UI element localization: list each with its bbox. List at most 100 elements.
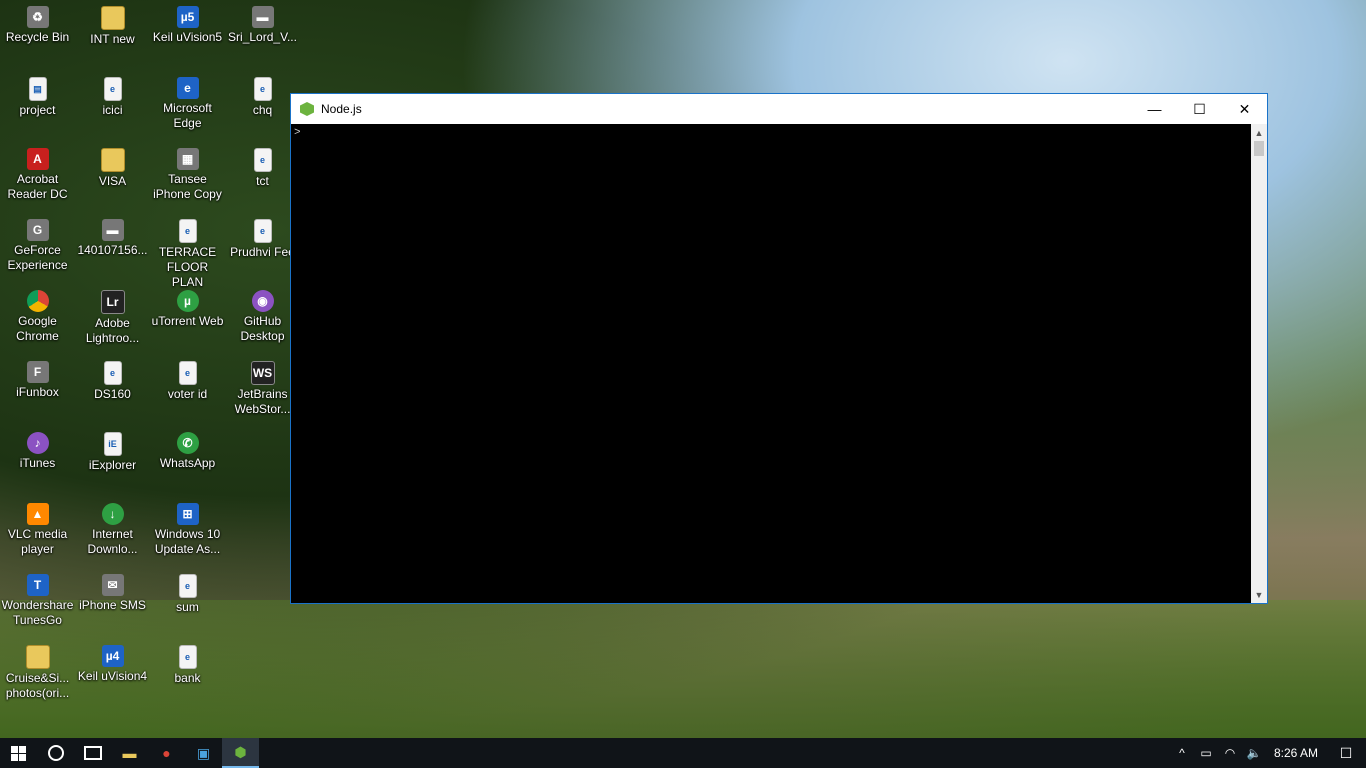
desktop-icon-label: chq — [252, 103, 273, 117]
desktop-icon[interactable]: ♪ iTunes — [0, 430, 75, 471]
desktop-icon-label: project — [19, 103, 56, 117]
window-titlebar[interactable]: Node.js — ☐ ✕ — [291, 94, 1267, 124]
desktop-icon[interactable]: Cruise&Si... photos(ori... — [0, 643, 75, 701]
desktop-icon[interactable]: e tct — [225, 146, 300, 189]
chrome-taskbar-icon: ● — [162, 745, 171, 761]
desktop-icon[interactable]: A Acrobat Reader DC — [0, 146, 75, 202]
desktop-icon[interactable]: e chq — [225, 75, 300, 118]
maximize-button[interactable]: ☐ — [1177, 94, 1222, 124]
console-area[interactable]: > — [291, 124, 1251, 603]
image-file-icon: ▬ — [101, 219, 124, 241]
desktop-icon[interactable]: Google Chrome — [0, 288, 75, 344]
task-view-button[interactable] — [74, 738, 111, 768]
vertical-scrollbar[interactable]: ▲ ▼ — [1251, 124, 1267, 603]
desktop-icon[interactable]: µ5 Keil uVision5 — [150, 4, 225, 45]
taskbar-app-button[interactable]: ▬ — [111, 738, 148, 768]
cortana-button[interactable] — [37, 738, 74, 768]
desktop-icon-label: iFunbox — [16, 385, 59, 399]
desktop-icon[interactable]: iE iExplorer — [75, 430, 150, 473]
desktop-icon-label: Microsoft Edge — [163, 101, 212, 130]
desktop-icon[interactable]: ♻ Recycle Bin — [0, 4, 75, 45]
show-hidden-icons-chevron-icon[interactable]: ^ — [1170, 746, 1194, 760]
scroll-up-arrow-icon[interactable]: ▲ — [1251, 124, 1267, 141]
desktop-icon[interactable]: ▲ VLC media player — [0, 501, 75, 557]
desktop-icon[interactable]: e bank — [150, 643, 225, 686]
volume-icon[interactable]: 🔈 — [1242, 746, 1266, 760]
desktop-icon-label: VLC media player — [7, 527, 68, 556]
taskbar-app-button[interactable]: ▣ — [185, 738, 222, 768]
desktop-icon[interactable]: FiFunbox — [0, 359, 75, 400]
desktop-icon[interactable]: WS JetBrains WebStor... — [225, 359, 300, 417]
desktop-icon-label: iExplorer — [88, 458, 137, 472]
task-view-icon — [83, 746, 102, 760]
lightroom-icon: Lr — [100, 290, 125, 314]
desktop-icon[interactable]: ↓ Internet Downlo... — [75, 501, 150, 557]
nodejs-icon — [300, 102, 314, 116]
wifi-icon[interactable]: ◠ — [1218, 746, 1242, 760]
tunesgo-icon: T — [26, 574, 49, 596]
desktop-icon[interactable]: ⊞ Windows 10 Update As... — [150, 501, 225, 557]
desktop-icon-label: Keil uVision4 — [77, 669, 148, 683]
start-button[interactable] — [0, 738, 37, 768]
whatsapp-icon: ✆ — [176, 432, 199, 454]
desktop-icon-label: sum — [176, 600, 199, 614]
desktop-icon[interactable]: INT new — [75, 4, 150, 47]
desktop-icon[interactable]: ▦ Tansee iPhone Copy — [150, 146, 225, 202]
desktop-icon-label: 140107156... — [77, 243, 148, 257]
desktop-icon-label: Adobe Lightroo... — [85, 316, 140, 345]
pdf-document-icon: e — [103, 77, 122, 101]
desktop-icon-label: Prudhvi Fee — [230, 245, 295, 259]
desktop-icon-label: GeForce Experience — [7, 243, 68, 272]
desktop-icon[interactable]: e sum — [150, 572, 225, 615]
desktop-icon[interactable]: ▬ 140107156... — [75, 217, 150, 258]
desktop-icon[interactable]: ✆ WhatsApp — [150, 430, 225, 471]
desktop-icon[interactable]: µ4 Keil uVision4 — [75, 643, 150, 684]
desktop-icon[interactable]: µ uTorrent Web — [150, 288, 225, 329]
tansee-icon: ▦ — [176, 148, 199, 170]
desktop-icon[interactable]: ◉ GitHub Desktop — [225, 288, 300, 344]
close-button[interactable]: ✕ — [1222, 94, 1267, 124]
desktop-icon[interactable]: e icici — [75, 75, 150, 118]
desktop-icon-label: uTorrent Web — [151, 314, 224, 328]
pdf-document-icon: e — [178, 574, 197, 598]
pdf-document-icon: e — [253, 148, 272, 172]
ifunbox-icon: F — [26, 361, 49, 383]
window-controls: — ☐ ✕ — [1132, 94, 1267, 124]
scrollbar-thumb[interactable] — [1254, 141, 1264, 156]
desktop-icon[interactable]: e Prudhvi Fee — [225, 217, 300, 260]
system-tray: ^ ▭ ◠ 🔈 8:26 AM ☐ — [1170, 738, 1366, 768]
clock[interactable]: 8:26 AM — [1266, 746, 1326, 760]
desktop-icon-label: DS160 — [94, 387, 131, 401]
desktop-icon[interactable]: ✉ iPhone SMS — [75, 572, 150, 613]
keil-icon: µ5 — [176, 6, 199, 28]
battery-icon[interactable]: ▭ — [1194, 746, 1218, 760]
control-panel-icon: ▣ — [196, 744, 211, 761]
desktop-icon[interactable]: ▬ Sri_Lord_V... — [225, 4, 300, 45]
desktop-icon-label: Wondershare TunesGo — [1, 598, 74, 627]
taskbar-app-button[interactable]: ● — [148, 738, 185, 768]
minimize-button[interactable]: — — [1132, 94, 1177, 124]
nodejs-window[interactable]: Node.js — ☐ ✕ > ▲ ▼ — [290, 93, 1268, 604]
desktop-icon-label: voter id — [167, 387, 208, 401]
desktop-icon[interactable]: T Wondershare TunesGo — [0, 572, 75, 628]
pinned-apps: ▬ ● ▣ ⬢ — [111, 738, 259, 768]
desktop-icon[interactable]: e TERRACE FLOOR PLAN — [150, 217, 225, 290]
desktop-icon[interactable]: Lr Adobe Lightroo... — [75, 288, 150, 346]
pdf-document-icon: e — [253, 219, 272, 243]
desktop-icon-label: Google Chrome — [16, 314, 59, 343]
desktop-icon[interactable]: e Microsoft Edge — [150, 75, 225, 131]
desktop-icon[interactable]: VISA — [75, 146, 150, 189]
scroll-down-arrow-icon[interactable]: ▼ — [1251, 586, 1267, 603]
desktop-icon[interactable]: e DS160 — [75, 359, 150, 402]
desktop-icon-label: VISA — [98, 174, 127, 188]
nodejs-taskbar-icon: ⬢ — [234, 743, 247, 760]
action-center-icon[interactable]: ☐ — [1326, 745, 1366, 762]
desktop-icon-label: Tansee iPhone Copy — [153, 172, 222, 201]
taskbar-app-button[interactable]: ⬢ — [222, 738, 259, 768]
desktop-icon[interactable]: e voter id — [150, 359, 225, 402]
windows-update-icon: ⊞ — [176, 503, 199, 525]
iphone-sms-icon: ✉ — [101, 574, 124, 596]
desktop-icon[interactable]: ▤ project — [0, 75, 75, 118]
desktop-icon[interactable]: G GeForce Experience — [0, 217, 75, 273]
desktop-icon-label: iPhone SMS — [79, 598, 146, 612]
